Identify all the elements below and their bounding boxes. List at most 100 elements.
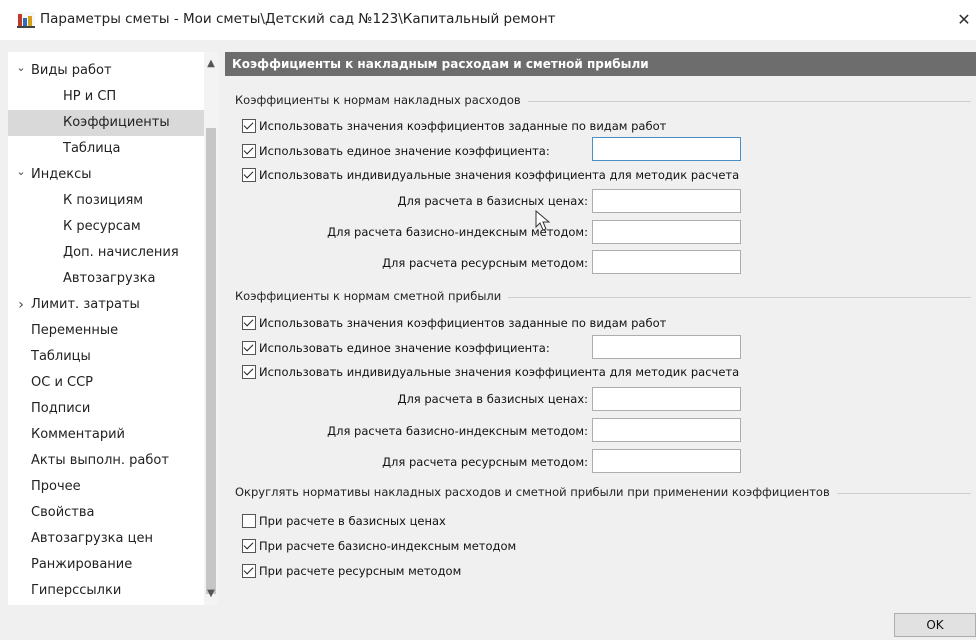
profit-resource-label: Для расчета ресурсным методом: bbox=[382, 455, 588, 469]
overhead-resource-input[interactable] bbox=[592, 250, 741, 274]
dialog-window: Параметры сметы - Мои сметы\Детский сад … bbox=[0, 0, 976, 640]
sidebar-item-to-positions[interactable]: К позициям bbox=[8, 188, 204, 214]
profit-base-index-label: Для расчета базисно-индексным методом: bbox=[327, 424, 588, 438]
sidebar-item-tables[interactable]: Таблицы bbox=[8, 344, 204, 370]
overhead-resource-label: Для расчета ресурсным методом: bbox=[382, 256, 588, 270]
sidebar-item-label: Автозагрузка цен bbox=[31, 531, 153, 546]
sidebar-item-label: ОС и ССР bbox=[31, 375, 94, 390]
sidebar-item-label: Прочее bbox=[31, 479, 81, 494]
section-header: Коэффициенты к накладным расходам и смет… bbox=[225, 52, 976, 76]
sidebar-item-label: Автозагрузка bbox=[63, 271, 156, 286]
checkbox-label: Использовать единое значение коэффициент… bbox=[259, 341, 550, 355]
scroll-thumb[interactable] bbox=[206, 128, 216, 594]
close-button[interactable]: ✕ bbox=[952, 8, 976, 32]
rounding-group-title: Округлять нормативы накладных расходов и… bbox=[235, 485, 837, 499]
checkbox-label: Использовать индивидуальные значения коэ… bbox=[259, 365, 740, 379]
sidebar-item-properties[interactable]: Свойства bbox=[8, 500, 204, 526]
checkbox-box[interactable] bbox=[242, 564, 256, 578]
checkbox-box[interactable] bbox=[242, 514, 256, 528]
overhead-base-prices-label: Для расчета в базисных ценах: bbox=[397, 194, 588, 208]
checkbox-label: При расчете в базисных ценах bbox=[259, 514, 446, 528]
sidebar-item-price-autoload[interactable]: Автозагрузка цен bbox=[8, 526, 204, 552]
checkbox-label: Использовать индивидуальные значения коэ… bbox=[259, 168, 740, 182]
app-chart-icon bbox=[17, 12, 35, 28]
overhead-base-prices-input[interactable] bbox=[592, 189, 741, 213]
sidebar-item-label: Лимит. затраты bbox=[31, 297, 140, 312]
checkbox-box[interactable] bbox=[242, 316, 256, 330]
sidebar-item-ranking[interactable]: Ранжирование bbox=[8, 552, 204, 578]
sidebar-item-label: Доп. начисления bbox=[63, 245, 179, 260]
overhead-use-individual-checkbox[interactable]: Использовать индивидуальные значения коэ… bbox=[242, 166, 739, 184]
sidebar-item-to-resources[interactable]: К ресурсам bbox=[8, 214, 204, 240]
window-title: Параметры сметы - Мои сметы\Детский сад … bbox=[40, 11, 556, 27]
sidebar-item-label: Подписи bbox=[31, 401, 91, 416]
profit-resource-input[interactable] bbox=[592, 449, 741, 473]
profit-use-individual-checkbox[interactable]: Использовать индивидуальные значения коэ… bbox=[242, 363, 739, 381]
sidebar-item-label: Переменные bbox=[31, 323, 119, 338]
checkbox-box[interactable] bbox=[242, 539, 256, 553]
sidebar-item-label: Гиперссылки bbox=[31, 583, 122, 598]
checkbox-label: Использовать единое значение коэффициент… bbox=[259, 144, 550, 158]
sidebar-item-acts[interactable]: Акты выполн. работ bbox=[8, 448, 204, 474]
checkbox-label: Использовать значения коэффициентов зада… bbox=[259, 316, 667, 330]
sidebar-item-signatures[interactable]: Подписи bbox=[8, 396, 204, 422]
scroll-down-icon[interactable]: ▼ bbox=[204, 586, 218, 602]
sidebar-item-nr-sp[interactable]: НР и СП bbox=[8, 84, 204, 110]
mouse-cursor-icon bbox=[535, 210, 551, 231]
ok-button[interactable]: OK bbox=[894, 613, 976, 637]
sidebar-item-label: Виды работ bbox=[31, 63, 112, 78]
content-panel: Коэффициенты к накладным расходам и смет… bbox=[225, 52, 976, 605]
sidebar-item-variables[interactable]: Переменные bbox=[8, 318, 204, 344]
sidebar-tree: ⌄ Виды работ НР и СП Коэффициенты Таблиц… bbox=[8, 52, 218, 605]
sidebar-item-autoload[interactable]: Автозагрузка bbox=[8, 266, 204, 292]
checkbox-label: Использовать значения коэффициентов зада… bbox=[259, 119, 667, 133]
checkbox-box[interactable] bbox=[242, 168, 256, 182]
sidebar-item-table[interactable]: Таблица bbox=[8, 136, 204, 162]
sidebar-item-os-ssr[interactable]: ОС и ССР bbox=[8, 370, 204, 396]
sidebar-item-indexes[interactable]: ⌄ Индексы bbox=[8, 162, 204, 188]
overhead-base-index-input[interactable] bbox=[592, 220, 741, 244]
checkbox-box[interactable] bbox=[242, 365, 256, 379]
sidebar-item-limit-costs[interactable]: › Лимит. затраты bbox=[8, 292, 204, 318]
checkbox-box[interactable] bbox=[242, 144, 256, 158]
profit-single-value-input[interactable] bbox=[592, 335, 741, 359]
checkbox-box[interactable] bbox=[242, 341, 256, 355]
profit-use-by-work-types-checkbox[interactable]: Использовать значения коэффициентов зада… bbox=[242, 314, 666, 332]
profit-group-title: Коэффициенты к нормам сметной прибыли bbox=[235, 289, 509, 303]
profit-base-prices-label: Для расчета в базисных ценах: bbox=[397, 392, 588, 406]
sidebar-item-label: Акты выполн. работ bbox=[31, 453, 169, 468]
sidebar-scrollbar[interactable]: ▲ ▼ bbox=[204, 52, 218, 605]
checkbox-box[interactable] bbox=[242, 119, 256, 133]
sidebar-item-work-types[interactable]: ⌄ Виды работ bbox=[8, 58, 204, 84]
overhead-group-title: Коэффициенты к нормам накладных расходов bbox=[235, 93, 528, 107]
profit-use-single-checkbox[interactable]: Использовать единое значение коэффициент… bbox=[242, 339, 550, 357]
rounding-resource-checkbox[interactable]: При расчете ресурсным методом bbox=[242, 562, 461, 580]
sidebar-item-label: Ранжирование bbox=[31, 557, 133, 572]
chevron-right-icon[interactable]: › bbox=[14, 292, 28, 318]
sidebar-item-label: Свойства bbox=[31, 505, 95, 520]
scroll-up-icon[interactable]: ▲ bbox=[204, 56, 218, 72]
sidebar-item-coefficients[interactable]: Коэффициенты bbox=[8, 110, 204, 136]
overhead-use-single-checkbox[interactable]: Использовать единое значение коэффициент… bbox=[242, 142, 550, 160]
sidebar-item-hyperlinks[interactable]: Гиперссылки bbox=[8, 578, 204, 604]
profit-base-index-input[interactable] bbox=[592, 418, 741, 442]
sidebar-item-comment[interactable]: Комментарий bbox=[8, 422, 204, 448]
sidebar-item-label: Таблица bbox=[63, 141, 121, 156]
overhead-single-value-input[interactable] bbox=[592, 137, 741, 161]
sidebar-item-label: НР и СП bbox=[63, 89, 117, 104]
sidebar-item-label: Таблицы bbox=[31, 349, 91, 364]
chevron-down-icon[interactable]: ⌄ bbox=[14, 55, 28, 81]
rounding-base-prices-checkbox[interactable]: При расчете в базисных ценах bbox=[242, 512, 446, 530]
sidebar-item-label: К ресурсам bbox=[63, 219, 141, 234]
checkbox-label: При расчете базисно-индексным методом bbox=[259, 539, 517, 553]
sidebar-item-label: Коэффициенты bbox=[63, 115, 170, 130]
sidebar-item-label: К позициям bbox=[63, 193, 144, 208]
sidebar-item-other[interactable]: Прочее bbox=[8, 474, 204, 500]
profit-base-prices-input[interactable] bbox=[592, 387, 741, 411]
rounding-base-index-checkbox[interactable]: При расчете базисно-индексным методом bbox=[242, 537, 516, 555]
title-bar: Параметры сметы - Мои сметы\Детский сад … bbox=[0, 0, 976, 40]
chevron-down-icon[interactable]: ⌄ bbox=[14, 159, 28, 185]
sidebar-item-extra-charges[interactable]: Доп. начисления bbox=[8, 240, 204, 266]
sidebar-item-label: Комментарий bbox=[31, 427, 125, 442]
overhead-use-by-work-types-checkbox[interactable]: Использовать значения коэффициентов зада… bbox=[242, 117, 666, 135]
